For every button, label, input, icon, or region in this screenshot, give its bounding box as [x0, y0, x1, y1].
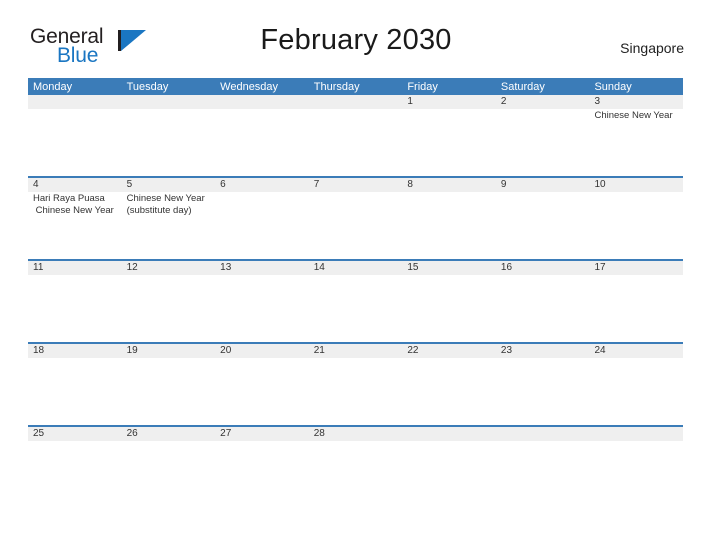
day-cell[interactable]: 11	[28, 261, 122, 342]
weekday-header-saturday: Saturday	[500, 81, 545, 93]
day-number: 13	[220, 262, 232, 273]
day-cell-empty	[589, 427, 683, 508]
holiday-event: Chinese New Year	[33, 204, 114, 216]
day-number: 12	[126, 262, 138, 273]
day-number: 19	[126, 345, 138, 356]
weekday-header-row: Monday Tuesday Wednesday Thursday Friday…	[28, 78, 683, 95]
day-cell[interactable]: 22	[402, 344, 496, 425]
day-cell-empty	[28, 95, 122, 176]
day-cell-empty	[309, 95, 403, 176]
day-number: 18	[33, 345, 45, 356]
holiday-event: Chinese New Year (substitute day)	[126, 193, 208, 216]
day-number: 21	[313, 345, 325, 356]
calendar-page: General Blue February 2030 Singapore Mon…	[0, 0, 712, 550]
day-cell[interactable]: 24	[589, 344, 683, 425]
calendar-week-row: 4 Hari Raya Puasa Chinese New Year 5 Chines…	[28, 176, 683, 259]
day-cell[interactable]: 25	[28, 427, 122, 508]
day-cell[interactable]: 7	[309, 178, 403, 259]
day-number: 27	[220, 428, 232, 439]
weekday-header-wednesday: Wednesday	[220, 81, 279, 93]
calendar-week-row: 11 12 13 14 15 16 17	[28, 259, 683, 342]
day-number: 8	[407, 179, 413, 190]
day-cell[interactable]: 20	[215, 344, 309, 425]
day-cell[interactable]: 17	[589, 261, 683, 342]
day-cell[interactable]: 6	[215, 178, 309, 259]
week-cells: 1 2 3 Chinese New Year	[28, 95, 683, 176]
day-cell[interactable]: 18	[28, 344, 122, 425]
weekday-header-sunday: Sunday	[594, 81, 632, 93]
day-cell[interactable]: 5 Chinese New Year (substitute day)	[122, 178, 216, 259]
calendar-week-row: 18 19 20 21 22 23 24	[28, 342, 683, 425]
day-cell[interactable]: 3 Chinese New Year	[589, 95, 683, 176]
calendar-weeks: 1 2 3 Chinese New Year 4 Hari Raya Puasa Chin…	[28, 95, 683, 508]
day-number: 1	[407, 96, 413, 107]
day-number: 6	[220, 179, 226, 190]
calendar-week-row: 1 2 3 Chinese New Year	[28, 95, 683, 176]
day-number: 11	[33, 262, 44, 273]
day-number: 16	[500, 262, 513, 273]
day-cell[interactable]: 14	[309, 261, 403, 342]
holiday-event: Chinese New Year	[594, 110, 673, 121]
day-cell[interactable]: 8	[402, 178, 496, 259]
day-cell[interactable]: 27	[215, 427, 309, 508]
day-number: 20	[220, 345, 232, 356]
week-cells: 4 Hari Raya Puasa Chinese New Year 5 Chines…	[28, 178, 683, 259]
weekday-header-tuesday: Tuesday	[126, 81, 169, 93]
day-number: 25	[33, 428, 45, 439]
day-number: 17	[594, 262, 606, 273]
calendar-grid: Monday Tuesday Wednesday Thursday Friday…	[28, 78, 683, 508]
day-number: 3	[594, 96, 601, 107]
day-number: 24	[594, 345, 606, 356]
day-cell[interactable]: 1	[402, 95, 496, 176]
weekday-header-monday: Monday	[33, 81, 73, 93]
weekday-header-friday: Friday	[407, 81, 438, 93]
day-cell[interactable]: 13	[215, 261, 309, 342]
country-label: Singapore	[620, 40, 684, 56]
day-cell[interactable]: 4 Hari Raya Puasa Chinese New Year	[28, 178, 122, 259]
day-cell[interactable]: 2	[496, 95, 590, 176]
day-number: 14	[313, 262, 325, 273]
day-cell-empty	[122, 95, 216, 176]
day-cell[interactable]: 19	[122, 344, 216, 425]
day-cell-empty	[496, 427, 590, 508]
day-events: Chinese New Year	[594, 110, 680, 122]
day-cell[interactable]: 26	[122, 427, 216, 508]
day-cell[interactable]: 10	[589, 178, 683, 259]
day-number: 5	[126, 179, 133, 190]
day-number: 2	[500, 96, 507, 107]
day-number: 10	[594, 179, 606, 190]
day-cell-empty	[215, 95, 309, 176]
day-cell[interactable]: 9	[496, 178, 590, 259]
holiday-event: Hari Raya Puasa	[33, 193, 105, 204]
day-number: 23	[500, 345, 513, 356]
day-number: 7	[313, 179, 320, 190]
week-cells: 11 12 13 14 15 16 17	[28, 261, 683, 342]
day-cell[interactable]: 28	[309, 427, 403, 508]
day-cell[interactable]: 21	[309, 344, 403, 425]
day-cell[interactable]: 15	[402, 261, 496, 342]
day-cell-empty	[402, 427, 496, 508]
day-cell[interactable]: 12	[122, 261, 216, 342]
day-cell[interactable]: 16	[496, 261, 590, 342]
day-events: Chinese New Year (substitute day)	[127, 193, 213, 216]
day-number: 4	[33, 179, 39, 190]
day-events: Hari Raya Puasa Chinese New Year	[33, 193, 119, 216]
weekday-header-thursday: Thursday	[313, 81, 360, 93]
day-number: 9	[500, 179, 507, 190]
day-number: 22	[407, 345, 419, 356]
day-number: 15	[407, 262, 419, 273]
day-number: 28	[313, 428, 325, 439]
week-cells: 18 19 20 21 22 23 24	[28, 344, 683, 425]
day-number: 26	[126, 428, 138, 439]
page-header: General Blue February 2030 Singapore	[0, 0, 712, 66]
day-cell[interactable]: 23	[496, 344, 590, 425]
page-title: February 2030	[260, 24, 452, 56]
week-cells: 25 26 27 28	[28, 427, 683, 508]
calendar-week-row: 25 26 27 28	[28, 425, 683, 508]
